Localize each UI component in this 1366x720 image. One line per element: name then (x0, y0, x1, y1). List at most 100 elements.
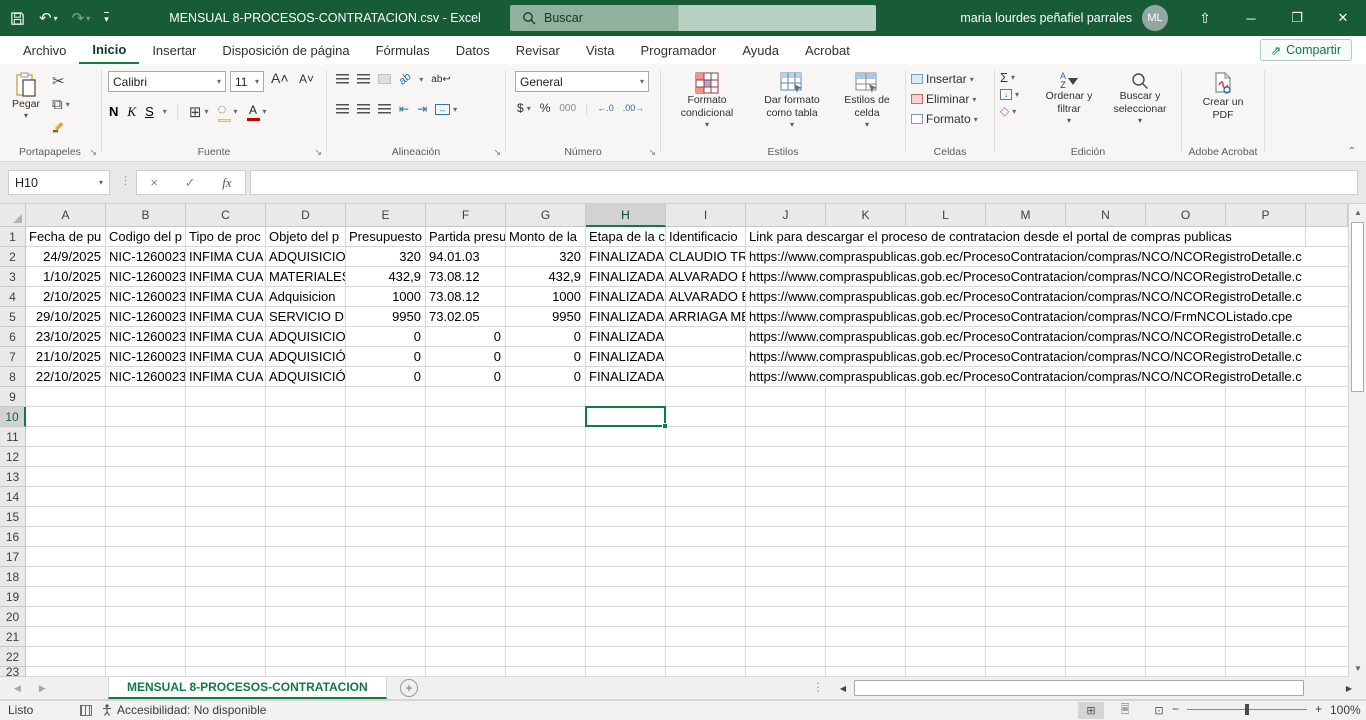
merge-center-button[interactable]: ↔▾ (435, 104, 457, 115)
cell-H1[interactable]: Etapa de la c (586, 227, 666, 247)
cell-L22[interactable] (906, 647, 986, 667)
cell-D21[interactable] (266, 627, 346, 647)
cell-B17[interactable] (106, 547, 186, 567)
cell-I12[interactable] (666, 447, 746, 467)
cell-E18[interactable] (346, 567, 426, 587)
cell-A15[interactable] (26, 507, 106, 527)
cell-H20[interactable] (586, 607, 666, 627)
cell-I18[interactable] (666, 567, 746, 587)
cell-B6[interactable]: NIC-1260023 (106, 327, 186, 347)
cell-E9[interactable] (346, 387, 426, 407)
column-header-O[interactable]: O (1146, 204, 1226, 227)
collapse-ribbon-icon[interactable]: ⌃ (1348, 146, 1356, 157)
cell-P13[interactable] (1226, 467, 1306, 487)
cell-O10[interactable] (1146, 407, 1226, 427)
cell-E11[interactable] (346, 427, 426, 447)
cell-E12[interactable] (346, 447, 426, 467)
cell-G19[interactable] (506, 587, 586, 607)
row-header-7[interactable]: 7 (0, 347, 26, 367)
cell-K11[interactable] (826, 427, 906, 447)
cell-B16[interactable] (106, 527, 186, 547)
cell-A16[interactable] (26, 527, 106, 547)
cell-B21[interactable] (106, 627, 186, 647)
cell-O19[interactable] (1146, 587, 1226, 607)
cell-M19[interactable] (986, 587, 1066, 607)
cell-J5[interactable]: https://www.compraspublicas.gob.ec/Proce… (746, 307, 1348, 327)
cell-C21[interactable] (186, 627, 266, 647)
cell-C6[interactable]: INFIMA CUA (186, 327, 266, 347)
bold-button[interactable]: N (109, 104, 118, 119)
cell-N22[interactable] (1066, 647, 1146, 667)
cell-B22[interactable] (106, 647, 186, 667)
row-header-9[interactable]: 9 (0, 387, 26, 407)
increase-font-icon[interactable]: A˄ (271, 70, 289, 86)
format-as-table-button[interactable]: Dar formato como tabla▾ (750, 67, 834, 130)
cell-B11[interactable] (106, 427, 186, 447)
cell-I16[interactable] (666, 527, 746, 547)
cell-P19[interactable] (1226, 587, 1306, 607)
cell-Q10[interactable] (1306, 407, 1348, 427)
paste-button[interactable]: Pegar▾ (6, 67, 46, 121)
cell-J3[interactable]: https://www.compraspublicas.gob.ec/Proce… (746, 267, 1348, 287)
tab-insertar[interactable]: Insertar (139, 36, 209, 64)
cell-P14[interactable] (1226, 487, 1306, 507)
italic-button[interactable]: K (127, 104, 136, 120)
cell-E6[interactable]: 0 (346, 327, 426, 347)
cell-I13[interactable] (666, 467, 746, 487)
cell-M22[interactable] (986, 647, 1066, 667)
borders-button[interactable]: ⊞▾ (189, 103, 209, 121)
cell-Q23[interactable] (1306, 667, 1348, 677)
cell-L17[interactable] (906, 547, 986, 567)
row-header-12[interactable]: 12 (0, 447, 26, 467)
cell-I22[interactable] (666, 647, 746, 667)
tab-inicio[interactable]: Inicio (79, 36, 139, 64)
zoom-slider[interactable] (1245, 704, 1249, 715)
cell-J13[interactable] (746, 467, 826, 487)
cell-L13[interactable] (906, 467, 986, 487)
cell-F11[interactable] (426, 427, 506, 447)
row-header-11[interactable]: 11 (0, 427, 26, 447)
cell-B18[interactable] (106, 567, 186, 587)
format-painter-button[interactable] (52, 119, 70, 133)
page-layout-view-icon[interactable]: 🗏 (1112, 702, 1138, 719)
cell-N13[interactable] (1066, 467, 1146, 487)
cell-F10[interactable] (426, 407, 506, 427)
number-format-select[interactable]: General▾ (515, 71, 649, 92)
row-header-10[interactable]: 10 (0, 407, 26, 427)
cell-K17[interactable] (826, 547, 906, 567)
cell-N15[interactable] (1066, 507, 1146, 527)
cell-G14[interactable] (506, 487, 586, 507)
cell-G5[interactable]: 9950 (506, 307, 586, 327)
decrease-decimal-icon[interactable]: .00→ (623, 103, 645, 113)
page-break-view-icon[interactable]: ⊡ (1146, 702, 1172, 719)
font-dialog-launcher-icon[interactable]: ↘ (314, 147, 322, 158)
cell-J11[interactable] (746, 427, 826, 447)
zoom-level[interactable]: 100% (1330, 703, 1361, 717)
cell-D8[interactable]: ADQUISICIÓI (266, 367, 346, 387)
cell-D6[interactable]: ADQUISICIOI (266, 327, 346, 347)
cell-P11[interactable] (1226, 427, 1306, 447)
cell-J21[interactable] (746, 627, 826, 647)
horizontal-scrollbar[interactable]: ◀ ▶ (836, 679, 1356, 697)
cell-D20[interactable] (266, 607, 346, 627)
cell-C3[interactable]: INFIMA CUA (186, 267, 266, 287)
cell-K12[interactable] (826, 447, 906, 467)
ribbon-display-options-icon[interactable]: ⇧ (1182, 0, 1228, 36)
cell-Q20[interactable] (1306, 607, 1348, 627)
cell-B12[interactable] (106, 447, 186, 467)
cell-P22[interactable] (1226, 647, 1306, 667)
cell-K23[interactable] (826, 667, 906, 677)
cell-H3[interactable]: FINALIZADA (586, 267, 666, 287)
cell-L10[interactable] (906, 407, 986, 427)
cell-L18[interactable] (906, 567, 986, 587)
cell-F2[interactable]: 94.01.03 (426, 247, 506, 267)
cell-J17[interactable] (746, 547, 826, 567)
cell-L23[interactable] (906, 667, 986, 677)
cell-I15[interactable] (666, 507, 746, 527)
cell-D7[interactable]: ADQUISICIÓI (266, 347, 346, 367)
cell-G18[interactable] (506, 567, 586, 587)
scroll-right-icon[interactable]: ▶ (1342, 680, 1356, 696)
row-header-2[interactable]: 2 (0, 247, 26, 267)
cell-A4[interactable]: 2/10/2025 (26, 287, 106, 307)
cell-C1[interactable]: Tipo de proc (186, 227, 266, 247)
